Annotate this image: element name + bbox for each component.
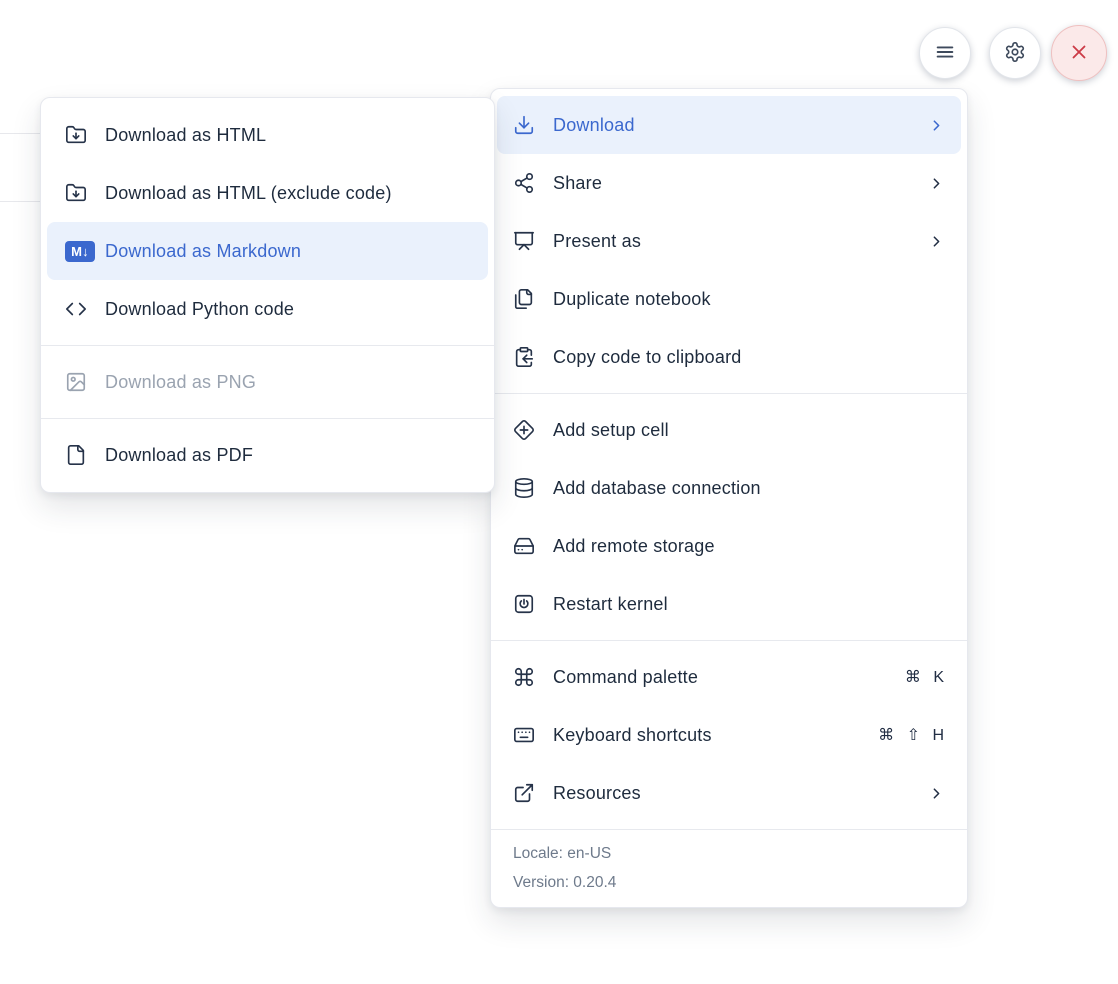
presentation-icon <box>513 230 535 252</box>
shortcut-hint: ⌘ ⇧ H <box>878 725 945 745</box>
external-link-icon <box>513 782 535 804</box>
menu-item-label: Share <box>553 173 910 194</box>
folder-down-icon <box>65 182 87 204</box>
notebook-menu: Download Share Present as <box>490 88 968 908</box>
menu-item-duplicate-notebook[interactable]: Duplicate notebook <box>497 270 961 328</box>
menu-item-add-setup-cell[interactable]: Add setup cell <box>497 401 961 459</box>
locale-text: Locale: en-US <box>513 839 945 868</box>
background-rule <box>0 201 41 202</box>
menu-item-label: Copy code to clipboard <box>553 347 945 368</box>
menu-item-label: Restart kernel <box>553 594 945 615</box>
menu-item-label: Present as <box>553 231 910 252</box>
chevron-right-icon <box>928 233 945 250</box>
shutdown-button[interactable] <box>1051 25 1107 81</box>
menu-item-label: Download as PNG <box>105 372 470 393</box>
menu-item-label: Download Python code <box>105 299 470 320</box>
command-icon <box>513 666 535 688</box>
menu-item-keyboard-shortcuts[interactable]: Keyboard shortcuts ⌘ ⇧ H <box>497 706 961 764</box>
settings-button[interactable] <box>989 27 1041 79</box>
menu-item-add-remote-storage[interactable]: Add remote storage <box>497 517 961 575</box>
menu-item-label: Duplicate notebook <box>553 289 945 310</box>
database-icon <box>513 477 535 499</box>
keyboard-icon <box>513 724 535 746</box>
menu-item-label: Resources <box>553 783 910 804</box>
hamburger-icon <box>934 41 956 66</box>
download-submenu: Download as HTML Download as HTML (exclu… <box>40 97 495 493</box>
menu-item-copy-code[interactable]: Copy code to clipboard <box>497 328 961 386</box>
diamond-plus-icon <box>513 419 535 441</box>
chevron-right-icon <box>928 117 945 134</box>
menu-item-label: Download as HTML (exclude code) <box>105 183 470 204</box>
menu-footer: Locale: en-US Version: 0.20.4 <box>491 829 967 907</box>
menu-item-resources[interactable]: Resources <box>497 764 961 822</box>
submenu-item-download-markdown[interactable]: M↓ Download as Markdown <box>47 222 488 280</box>
menu-item-label: Download as Markdown <box>105 241 470 262</box>
menu-item-label: Download as HTML <box>105 125 470 146</box>
file-icon <box>65 444 87 466</box>
power-icon <box>513 593 535 615</box>
submenu-item-download-html-exclude-code[interactable]: Download as HTML (exclude code) <box>47 164 488 222</box>
download-icon <box>513 114 535 136</box>
folder-down-icon <box>65 124 87 146</box>
menu-item-label: Keyboard shortcuts <box>553 725 860 746</box>
menu-divider <box>41 345 494 346</box>
clipboard-copy-icon <box>513 346 535 368</box>
menu-item-label: Command palette <box>553 667 887 688</box>
background-rule <box>0 133 41 134</box>
menu-divider <box>41 418 494 419</box>
menu-item-label: Add setup cell <box>553 420 945 441</box>
menu-item-restart-kernel[interactable]: Restart kernel <box>497 575 961 633</box>
submenu-item-download-png[interactable]: Download as PNG <box>47 353 488 411</box>
code-icon <box>65 298 87 320</box>
image-icon <box>65 371 87 393</box>
menu-divider <box>491 640 967 641</box>
notebook-actions-button[interactable] <box>919 27 971 79</box>
share-icon <box>513 172 535 194</box>
menu-item-share[interactable]: Share <box>497 154 961 212</box>
chevron-right-icon <box>928 785 945 802</box>
markdown-download-icon: M↓ <box>65 240 95 262</box>
chevron-right-icon <box>928 175 945 192</box>
shortcut-hint: ⌘ K <box>905 667 945 687</box>
menu-item-download[interactable]: Download <box>497 96 961 154</box>
version-text: Version: 0.20.4 <box>513 868 945 897</box>
duplicate-icon <box>513 288 535 310</box>
menu-item-command-palette[interactable]: Command palette ⌘ K <box>497 648 961 706</box>
menu-item-label: Add remote storage <box>553 536 945 557</box>
menu-item-label: Add database connection <box>553 478 945 499</box>
submenu-item-download-html[interactable]: Download as HTML <box>47 106 488 164</box>
menu-item-add-database-connection[interactable]: Add database connection <box>497 459 961 517</box>
submenu-item-download-pdf[interactable]: Download as PDF <box>47 426 488 484</box>
menu-item-label: Download as PDF <box>105 445 470 466</box>
gear-icon <box>1004 41 1026 66</box>
menu-divider <box>491 393 967 394</box>
menu-item-label: Download <box>553 115 910 136</box>
menu-item-present-as[interactable]: Present as <box>497 212 961 270</box>
hard-drive-icon <box>513 535 535 557</box>
close-icon <box>1068 41 1090 66</box>
submenu-item-download-python-code[interactable]: Download Python code <box>47 280 488 338</box>
